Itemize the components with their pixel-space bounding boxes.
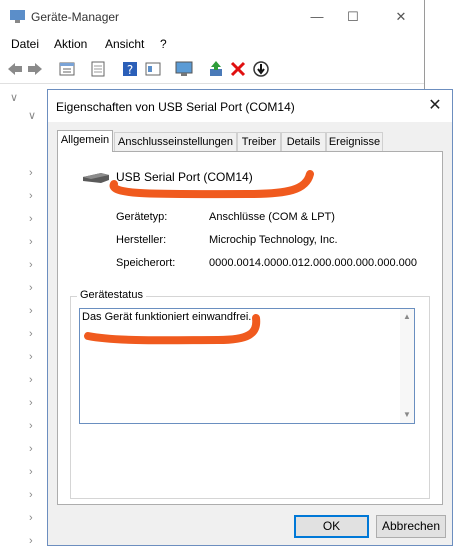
device-type-label: Gerätetyp: — [116, 211, 168, 223]
device-status-text: Das Gerät funktioniert einwandfrei. — [82, 311, 252, 323]
dialog-title: Eigenschaften von USB Serial Port (COM14… — [56, 100, 295, 114]
tab-treiber[interactable]: Treiber — [237, 132, 281, 151]
tab-details[interactable]: Details — [281, 132, 326, 151]
help-icon[interactable]: ? — [121, 60, 139, 78]
scroll-down-arrow-icon[interactable]: ▼ — [402, 410, 412, 420]
usb-connector-icon — [83, 173, 109, 183]
chevron-right-icon[interactable]: › — [29, 306, 37, 317]
maximize-button[interactable]: ☐ — [333, 5, 373, 29]
minimize-button[interactable]: — — [297, 5, 337, 29]
back-icon[interactable] — [6, 60, 24, 78]
tab-anschlusseinstellungen[interactable]: Anschlusseinstellungen — [114, 132, 237, 151]
ok-button[interactable]: OK — [294, 515, 369, 538]
chevron-right-icon[interactable]: › — [29, 513, 37, 524]
document-icon[interactable] — [89, 60, 107, 78]
expand-chevron-icon[interactable]: ∨ — [10, 93, 18, 104]
scroll-up-arrow-icon[interactable]: ▲ — [402, 312, 412, 322]
expand-chevron-icon[interactable]: ∨ — [28, 111, 36, 122]
chevron-right-icon[interactable]: › — [29, 375, 37, 386]
view-icon[interactable] — [144, 60, 162, 78]
chevron-right-icon[interactable]: › — [29, 352, 37, 363]
device-manager-title: Geräte-Manager — [31, 10, 120, 24]
location-label: Speicherort: — [116, 257, 176, 269]
chevron-right-icon[interactable]: › — [29, 168, 37, 179]
monitor-icon[interactable] — [175, 60, 193, 78]
tab-allgemein[interactable]: Allgemein — [57, 130, 113, 152]
menu-aktion[interactable]: Aktion — [54, 37, 87, 51]
manufacturer-value: Microchip Technology, Inc. — [209, 234, 338, 246]
properties-list-icon[interactable] — [58, 60, 76, 78]
chevron-right-icon[interactable]: › — [29, 490, 37, 501]
toolbar: ? — [0, 55, 424, 84]
manufacturer-label: Hersteller: — [116, 234, 167, 246]
status-scrollbar[interactable]: ▲ ▼ — [400, 309, 414, 423]
chevron-right-icon[interactable]: › — [29, 260, 37, 271]
menu-help[interactable]: ? — [160, 37, 167, 51]
properties-dialog: Eigenschaften von USB Serial Port (COM14… — [47, 89, 453, 546]
menu-bar: Datei Aktion Ansicht ? — [0, 34, 424, 54]
chevron-right-icon[interactable]: › — [29, 191, 37, 202]
chevron-right-icon[interactable]: › — [29, 329, 37, 340]
device-status-textbox[interactable]: Das Gerät funktioniert einwandfrei. ▲ ▼ — [79, 308, 415, 424]
tab-ereignisse[interactable]: Ereignisse — [326, 132, 383, 151]
general-tab-panel: USB Serial Port (COM14) Gerätetyp: Ansch… — [57, 151, 443, 505]
dialog-close-button[interactable]: ✕ — [422, 94, 448, 118]
location-value: 0000.0014.0000.012.000.000.000.000.000 — [209, 257, 417, 269]
device-manager-app-icon — [10, 10, 25, 23]
chevron-right-icon[interactable]: › — [29, 237, 37, 248]
chevron-right-icon[interactable]: › — [29, 444, 37, 455]
forward-icon[interactable] — [26, 60, 44, 78]
device-manager-titlebar: Geräte-Manager — ☐ ✕ — [0, 0, 424, 34]
menu-ansicht[interactable]: Ansicht — [105, 37, 144, 51]
device-name: USB Serial Port (COM14) — [116, 170, 253, 184]
dialog-titlebar: Eigenschaften von USB Serial Port (COM14… — [48, 90, 452, 122]
uninstall-icon[interactable] — [229, 60, 247, 78]
chevron-right-icon[interactable]: › — [29, 283, 37, 294]
svg-text:?: ? — [127, 63, 133, 77]
close-button[interactable]: ✕ — [381, 5, 421, 29]
device-type-value: Anschlüsse (COM & LPT) — [209, 211, 335, 223]
chevron-right-icon[interactable]: › — [29, 536, 37, 547]
chevron-right-icon[interactable]: › — [29, 421, 37, 432]
chevron-right-icon[interactable]: › — [29, 467, 37, 478]
chevron-right-icon[interactable]: › — [29, 398, 37, 409]
menu-datei[interactable]: Datei — [11, 37, 39, 51]
download-icon[interactable] — [252, 60, 270, 78]
update-driver-icon[interactable] — [207, 60, 225, 78]
cancel-button[interactable]: Abbrechen — [376, 515, 446, 538]
device-status-label: Gerätestatus — [77, 289, 146, 301]
chevron-right-icon[interactable]: › — [29, 214, 37, 225]
